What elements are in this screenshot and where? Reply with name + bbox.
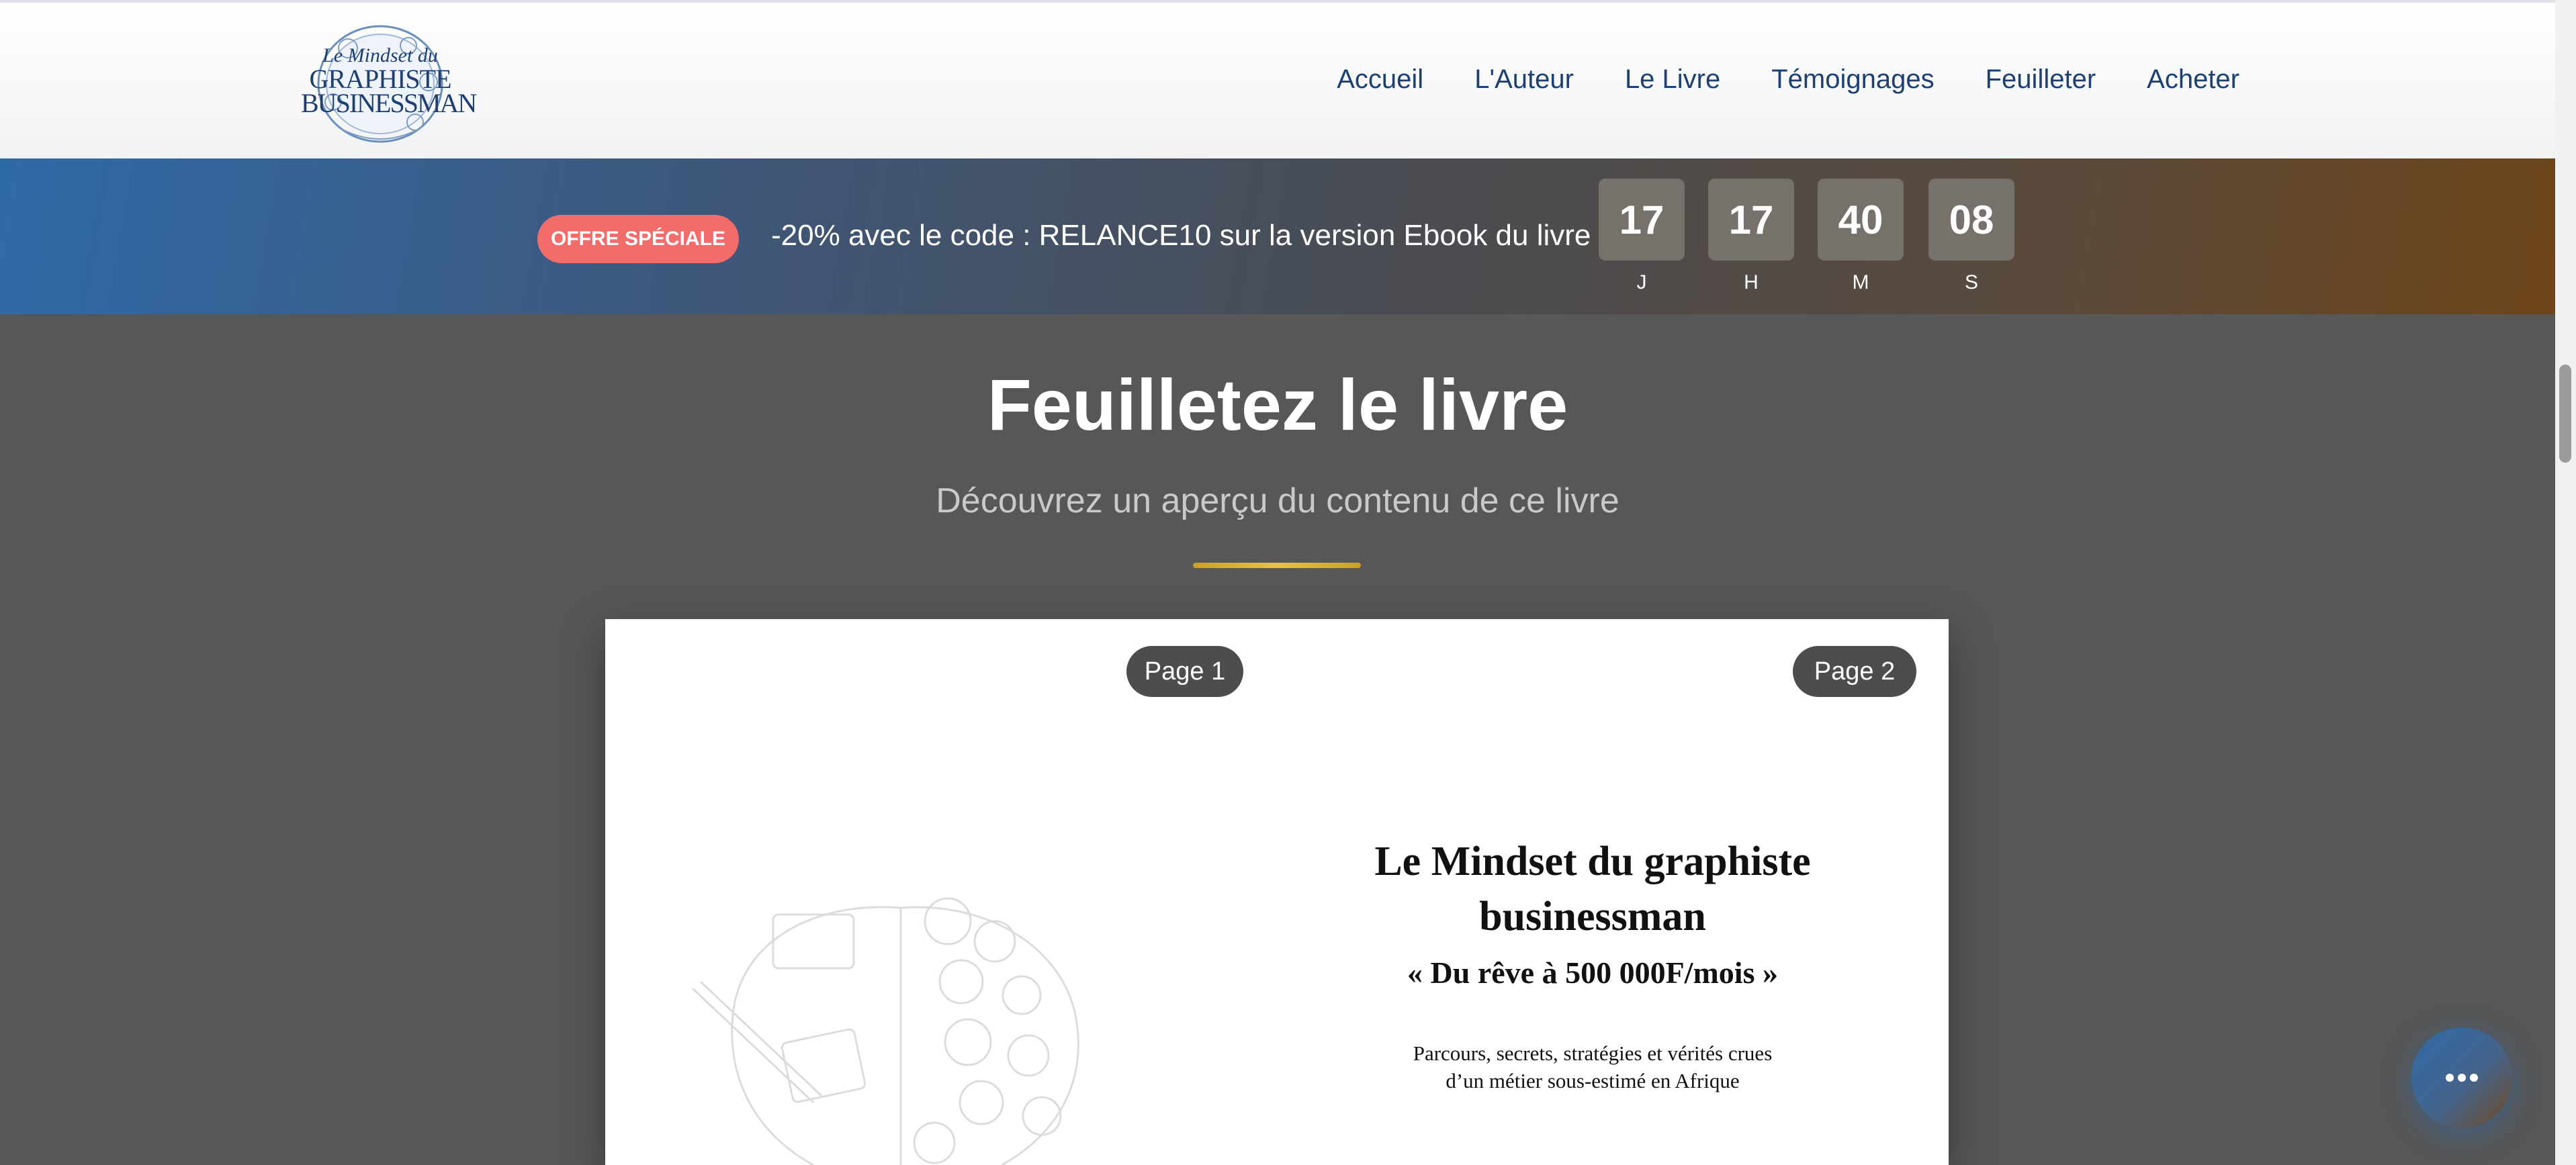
scrollbar-track[interactable] <box>2555 0 2576 1165</box>
site-header: Le Mindset du GRAPHISTE BUSINESSMAN Accu… <box>0 0 2555 158</box>
countdown-days-label: J <box>1636 271 1647 293</box>
special-offer-badge: OFFRE SPÉCIALE <box>537 215 739 263</box>
nav-item-feuilleter[interactable]: Feuilleter <box>1986 64 2096 95</box>
book-desc-line-2: d’un métier sous-estimé en Afrique <box>1446 1069 1740 1092</box>
nav-item-acheter[interactable]: Acheter <box>2147 64 2239 95</box>
brain-illustration-icon <box>691 897 1079 1165</box>
logo-wordmark: Le Mindset du GRAPHISTE BUSINESSMAN <box>301 21 477 146</box>
nav-item-accueil[interactable]: Accueil <box>1337 64 1423 95</box>
section-title: Feuilletez le livre <box>987 364 1568 445</box>
countdown-seconds-label: S <box>1964 271 1978 293</box>
book-title: Le Mindset du graphiste businessman <box>1324 834 1861 944</box>
site-logo[interactable]: Le Mindset du GRAPHISTE BUSINESSMAN <box>301 21 477 146</box>
countdown-days: 17 <box>1599 179 1685 261</box>
page-1-label: Page 1 <box>1126 646 1243 697</box>
countdown-seconds: 08 <box>1928 179 2014 261</box>
title-divider <box>1193 563 1361 568</box>
book-title-line-1: Le Mindset du graphiste <box>1374 839 1811 884</box>
promo-banner: OFFRE SPÉCIALE -20% avec le code : RELAN… <box>0 158 2555 314</box>
section-subtitle: Découvrez un aperçu du contenu de ce liv… <box>936 481 1619 520</box>
scrollbar-thumb[interactable] <box>2559 365 2571 463</box>
book-description: Parcours, secrets, stratégies et vérités… <box>1324 1039 1861 1094</box>
page-2-label: Page 2 <box>1793 646 1916 697</box>
book-title-line-2: businessman <box>1479 894 1706 939</box>
main-nav: Accueil L'Auteur Le Livre Témoignages Fe… <box>1337 64 2239 95</box>
countdown-minutes-label: M <box>1852 271 1869 293</box>
book-viewer[interactable]: Page 1 Page 2 Le Mindset du graphiste bu… <box>605 619 1949 1165</box>
logo-line-3: BUSINESSMAN <box>301 88 477 118</box>
nav-item-temoignages[interactable]: Témoignages <box>1771 64 1934 95</box>
countdown-hours: 17 <box>1708 179 1794 261</box>
floating-menu-button[interactable] <box>2411 1027 2512 1128</box>
countdown-minutes: 40 <box>1818 179 1904 261</box>
countdown-hours-label: H <box>1744 271 1759 293</box>
promo-text: -20% avec le code : RELANCE10 sur la ver… <box>771 219 1591 252</box>
nav-item-auteur[interactable]: L'Auteur <box>1474 64 1574 95</box>
book-subtitle: « Du rêve à 500 000F/mois » <box>1407 956 1778 990</box>
nav-item-livre[interactable]: Le Livre <box>1625 64 1720 95</box>
more-dots-icon <box>2446 1074 2478 1082</box>
book-desc-line-1: Parcours, secrets, stratégies et vérités… <box>1413 1041 1773 1065</box>
